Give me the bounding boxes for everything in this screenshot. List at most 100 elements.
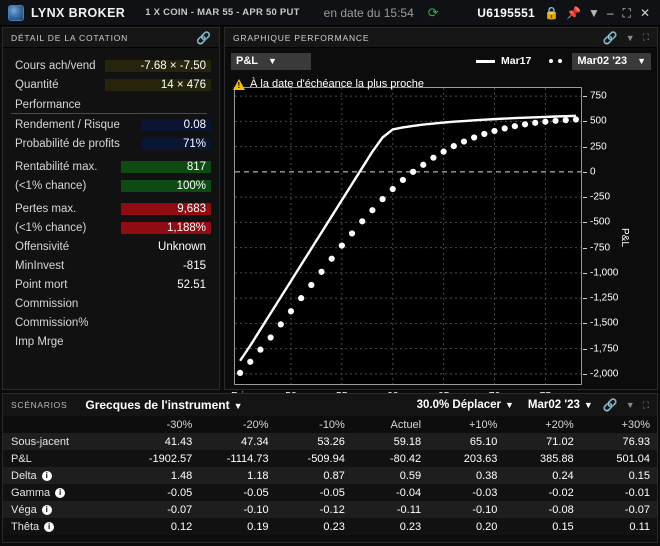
lock-icon[interactable]: 🔒 [544,7,559,19]
y-axis-tick [583,373,587,375]
scenario-cell: 203.63 [428,450,505,467]
chevron-down-icon[interactable]: ▼ [626,33,635,43]
expand-icon[interactable]: ⛶ [643,400,649,411]
metric-dropdown-label: P&L [236,55,258,67]
close-button[interactable]: ✕ [640,7,650,19]
quote-detail-header: DÉTAIL DE LA COTATION 🔗 [3,28,219,48]
scenario-cell: 59.18 [351,433,429,450]
aggressiveness-label: Offensivité [15,240,70,253]
legend-date-dropdown[interactable]: Mar02 '23 ▼ [572,52,651,70]
scenario-row-label: Véga i [3,501,123,518]
scenario-cell: -0.01 [580,484,657,501]
profit-probability-value: 71% [141,137,211,150]
y-axis-tick-label: -250 [590,191,611,203]
as-of-time: en date du 15:54 [323,5,414,20]
legend-dots-swatch [549,59,567,63]
chart-header: GRAPHIQUE PERFORMANCE 🔗 ▼ ⛶ [225,28,657,48]
scenario-cell: 1.48 [123,467,200,484]
max-profit-chance-label: (<1% chance) [15,179,87,192]
max-loss-row: Pertes max. 9,683 [11,199,211,218]
metric-dropdown[interactable]: P&L ▼ [231,52,311,70]
y-axis-tick [583,348,587,350]
scenario-cell: 0.20 [428,518,505,535]
move-dropdown[interactable]: 30.0% Déplacer ▼ [417,399,514,411]
y-axis-tick-label: 750 [590,90,607,102]
y-axis-title: P&L [619,228,630,247]
max-loss-value: 9,683 [121,202,211,215]
scenario-cell: -0.02 [504,484,581,501]
y-axis-tick [583,272,587,274]
y-axis-tick [583,197,587,199]
y-axis-tick-label: -1,000 [590,267,619,279]
chevron-down-icon[interactable]: ▼ [626,400,635,410]
margin-impact-row: Imp Mrge [11,332,211,351]
chevron-down-icon[interactable]: ▼ [588,7,600,19]
scenario-cell: -0.05 [199,484,276,501]
minimize-button[interactable]: – [607,7,614,19]
scenario-cell: 0.24 [504,467,581,484]
link-icon[interactable]: 🔗 [196,31,211,45]
margin-impact-label: Imp Mrge [15,335,64,348]
scenario-cell: -0.08 [504,501,581,518]
scenarios-table-body: Sous-jacent 41.43 47.34 53.26 59.18 65.10 71.0… [3,433,657,535]
link-icon[interactable]: 🔗 [603,398,618,412]
app-logo-icon [8,4,24,21]
chevron-down-icon: ▼ [637,56,646,66]
max-profit-chance-row: (<1% chance) 100% [11,176,211,195]
expand-icon[interactable]: ⛶ [643,32,649,43]
chevron-down-icon: ▼ [583,400,593,410]
scenario-cell: -80.42 [351,450,429,467]
scenario-cell: -0.07 [580,501,657,518]
brand-title: LYNX BROKER [31,5,126,20]
scenarios-tab[interactable]: SCÉNARIOS [11,400,67,410]
y-axis-tick-label: 500 [590,115,607,127]
scenarios-column-header: +20% [545,418,574,431]
chart-title: GRAPHIQUE PERFORMANCE [233,32,370,43]
plot-area [234,87,582,385]
scenario-cell: -0.04 [351,484,429,501]
scenarios-table-head: -30% -20% -10% Actuel +10% +20% +30% [3,416,657,433]
chart-legend: Mar17 Mar02 '23 ▼ [476,52,651,70]
profit-probability-row: Probabilité de profits 71% [11,134,211,153]
y-axis-tick-label: -750 [590,242,611,254]
info-icon[interactable]: i [41,470,52,481]
y-axis-tick-label: -1,750 [590,343,619,355]
y-axis-tick-label: 250 [590,141,607,153]
scenario-cell: -0.03 [428,484,505,501]
scenario-date-dropdown[interactable]: Mar02 '23 ▼ [528,399,593,411]
scenario-row-label: P&L [3,450,123,467]
y-axis-tick [583,146,587,148]
table-row: P&L -1902.57 -1114.73 -509.94 -80.42 203.63 38… [3,450,657,467]
scenario-cell: 501.04 [580,450,657,467]
info-icon[interactable]: i [44,521,55,532]
min-invest-value: -815 [182,259,206,272]
y-axis-tick [583,96,587,98]
scenario-cell: 0.15 [580,467,657,484]
link-icon[interactable]: 🔗 [603,31,618,45]
reward-risk-value: 0.08 [141,118,211,131]
scenario-cell: 0.38 [428,467,505,484]
pin-icon[interactable]: 📌 [566,7,581,19]
contract-title: 1 X COIN - MAR 55 - APR 50 PUT [145,7,300,18]
y-axis-tick-label: 0 [590,166,596,178]
greeks-dropdown[interactable]: Grecques de l'instrument ▼ [85,398,242,412]
scenario-date-label: Mar02 '23 [527,399,580,411]
scenario-cell: 47.34 [199,433,276,450]
maximize-button[interactable]: ⛶ [623,7,631,19]
plot-canvas [234,87,582,385]
scenario-cell: 76.93 [580,433,657,450]
y-axis-tick [583,298,587,300]
scenario-row-label: Sous-jacent [3,433,123,450]
scenario-cell: 41.43 [123,433,200,450]
refresh-icon[interactable]: ⟳ [428,6,439,19]
greeks-dropdown-label: Grecques de l'instrument [85,398,230,412]
scenario-row-label: Gamma i [3,484,123,501]
table-row: Gamma i -0.05 -0.05 -0.05 -0.04 -0.03 -0.02 -0.0… [3,484,657,501]
legend-line-swatch [476,59,495,63]
y-axis-tick [583,247,587,249]
scenario-cell: 0.11 [580,518,657,535]
info-icon[interactable]: i [41,504,52,515]
max-profit-value: 817 [121,160,211,173]
quantity-label: Quantité [15,78,59,91]
info-icon[interactable]: i [55,487,66,498]
